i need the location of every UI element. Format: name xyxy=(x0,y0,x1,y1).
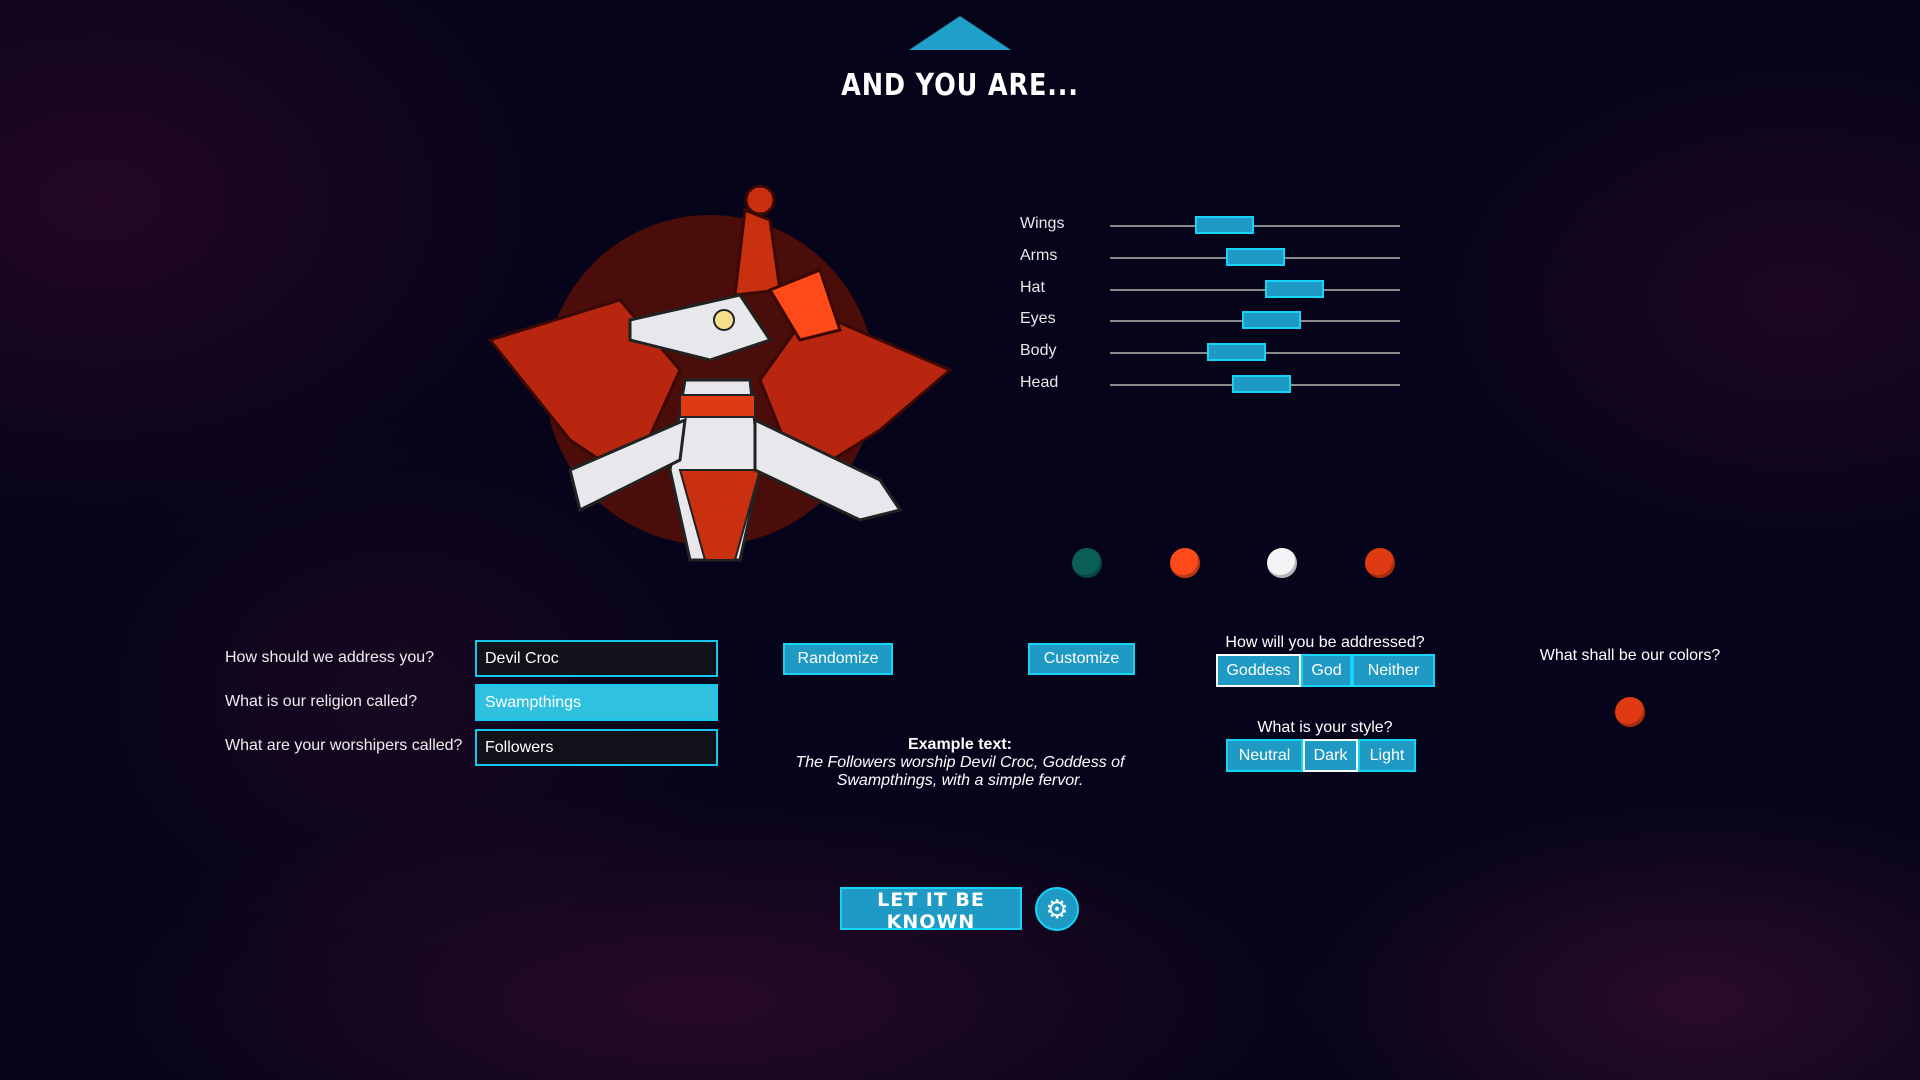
address-label: How will you be addressed? xyxy=(1225,634,1425,651)
slider-label-hat: Hat xyxy=(1020,279,1045,296)
slider-handle-hat[interactable] xyxy=(1264,280,1324,298)
palette-color-3[interactable] xyxy=(1267,548,1297,578)
slider-label-arms: Arms xyxy=(1020,247,1058,264)
page-title: AND YOU ARE... xyxy=(841,68,1079,103)
religion-input[interactable]: Swampthings xyxy=(475,684,718,721)
slider-handle-eyes[interactable] xyxy=(1241,311,1301,329)
style-label: What is your style? xyxy=(1257,719,1393,736)
example-line-2: Swampthings, with a simple fervor. xyxy=(836,772,1084,789)
slider-handle-head[interactable] xyxy=(1232,375,1292,393)
slider-label-wings: Wings xyxy=(1020,215,1065,232)
palette-color-4[interactable] xyxy=(1365,548,1395,578)
character-portrait xyxy=(487,184,953,562)
address-option-goddess[interactable]: Goddess xyxy=(1216,654,1301,687)
let-it-be-known-button[interactable]: LET IT BE KNOWN xyxy=(840,887,1022,933)
settings-button[interactable]: ⚙ xyxy=(1035,887,1079,931)
worshipers-label: What are your worshipers called? xyxy=(225,737,463,754)
gear-icon: ⚙ xyxy=(1045,894,1069,924)
color-swatch[interactable] xyxy=(1615,697,1645,727)
slider-track-hat[interactable] xyxy=(1110,289,1400,291)
address-option-neither[interactable]: Neither xyxy=(1352,654,1435,687)
back-arrow-button[interactable] xyxy=(909,16,1011,50)
slider-handle-body[interactable] xyxy=(1207,343,1267,361)
address-selector: Goddess God Neither xyxy=(1216,654,1435,687)
slider-label-head: Head xyxy=(1020,374,1059,391)
address-option-god[interactable]: God xyxy=(1301,654,1352,687)
slider-handle-arms[interactable] xyxy=(1225,248,1285,266)
style-option-neutral[interactable]: Neutral xyxy=(1226,739,1303,772)
style-option-light[interactable]: Light xyxy=(1358,739,1416,772)
palette-color-2[interactable] xyxy=(1170,548,1200,578)
name-label: How should we address you? xyxy=(225,649,435,666)
slider-label-body: Body xyxy=(1020,342,1057,359)
worshipers-input[interactable]: Followers xyxy=(475,729,718,766)
slider-label-eyes: Eyes xyxy=(1020,310,1056,327)
slider-track-wings[interactable] xyxy=(1110,225,1400,227)
example-heading: Example text: xyxy=(907,736,1013,753)
style-option-dark[interactable]: Dark xyxy=(1303,739,1358,772)
colors-label: What shall be our colors? xyxy=(1539,647,1721,664)
religion-label: What is our religion called? xyxy=(225,693,418,710)
slider-handle-wings[interactable] xyxy=(1195,216,1255,234)
palette-color-1[interactable] xyxy=(1072,548,1102,578)
example-text: Example text: The Followers worship Devi… xyxy=(760,736,1160,790)
randomize-button[interactable]: Randomize xyxy=(783,643,893,675)
customize-button[interactable]: Customize xyxy=(1028,643,1135,675)
example-line-1: The Followers worship Devil Croc, Goddes… xyxy=(795,754,1125,771)
name-input[interactable]: Devil Croc xyxy=(475,640,718,677)
style-selector: Neutral Dark Light xyxy=(1226,739,1416,772)
